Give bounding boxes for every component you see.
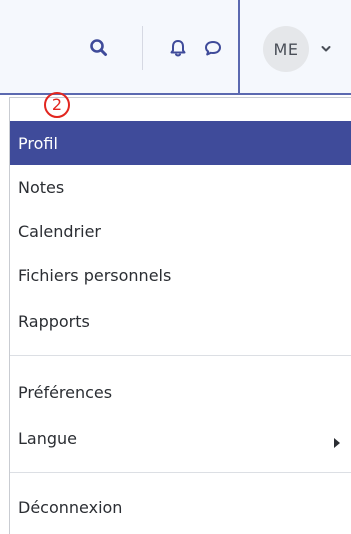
- menu-item-fichiers-personnels[interactable]: Fichiers personnels: [10, 253, 351, 297]
- menu-item-label: Fichiers personnels: [18, 265, 172, 285]
- navbar-divider: [142, 26, 143, 70]
- menu-separator: [10, 472, 351, 473]
- step-number-badge: 2: [44, 92, 70, 118]
- chat-bubble-icon-glyph: [205, 41, 221, 56]
- menu-item-deconnexion[interactable]: Déconnexion: [10, 485, 351, 529]
- avatar-initials: ME: [273, 39, 299, 59]
- menu-item-notes[interactable]: Notes: [10, 165, 351, 209]
- menu-item-calendrier[interactable]: Calendrier: [10, 209, 351, 253]
- chevron-down-icon[interactable]: [320, 40, 332, 59]
- chevron-down-icon-glyph: [321, 46, 331, 52]
- menu-item-label: Langue: [18, 428, 77, 448]
- menu-item-label: Rapports: [18, 311, 90, 331]
- search-icon[interactable]: [88, 37, 110, 59]
- chat-bubble-icon[interactable]: [202, 37, 224, 59]
- top-navbar: ME: [0, 0, 351, 95]
- user-dropdown-menu: Profil Notes Calendrier Fichiers personn…: [9, 97, 351, 534]
- menu-item-label: Notes: [18, 177, 65, 197]
- caret-right-icon: [333, 433, 341, 452]
- caret-right-icon-glyph: [334, 438, 340, 448]
- search-icon-glyph: [90, 39, 107, 56]
- menu-item-preferences[interactable]: Préférences: [10, 370, 351, 414]
- menu-item-profil[interactable]: Profil: [10, 121, 351, 165]
- menu-item-rapports[interactable]: Rapports: [10, 299, 351, 343]
- bell-icon-glyph: [170, 40, 186, 57]
- menu-item-label: Calendrier: [18, 221, 102, 241]
- bell-icon[interactable]: [167, 37, 189, 59]
- menu-item-label: Déconnexion: [18, 497, 123, 517]
- menu-item-langue[interactable]: Langue: [10, 416, 351, 460]
- user-menu-toggle[interactable]: ME: [238, 0, 351, 95]
- step-number: 2: [51, 95, 63, 114]
- menu-item-label: Profil: [18, 133, 58, 153]
- menu-separator: [10, 355, 351, 356]
- menu-item-label: Préférences: [18, 382, 113, 402]
- avatar[interactable]: ME: [263, 26, 309, 72]
